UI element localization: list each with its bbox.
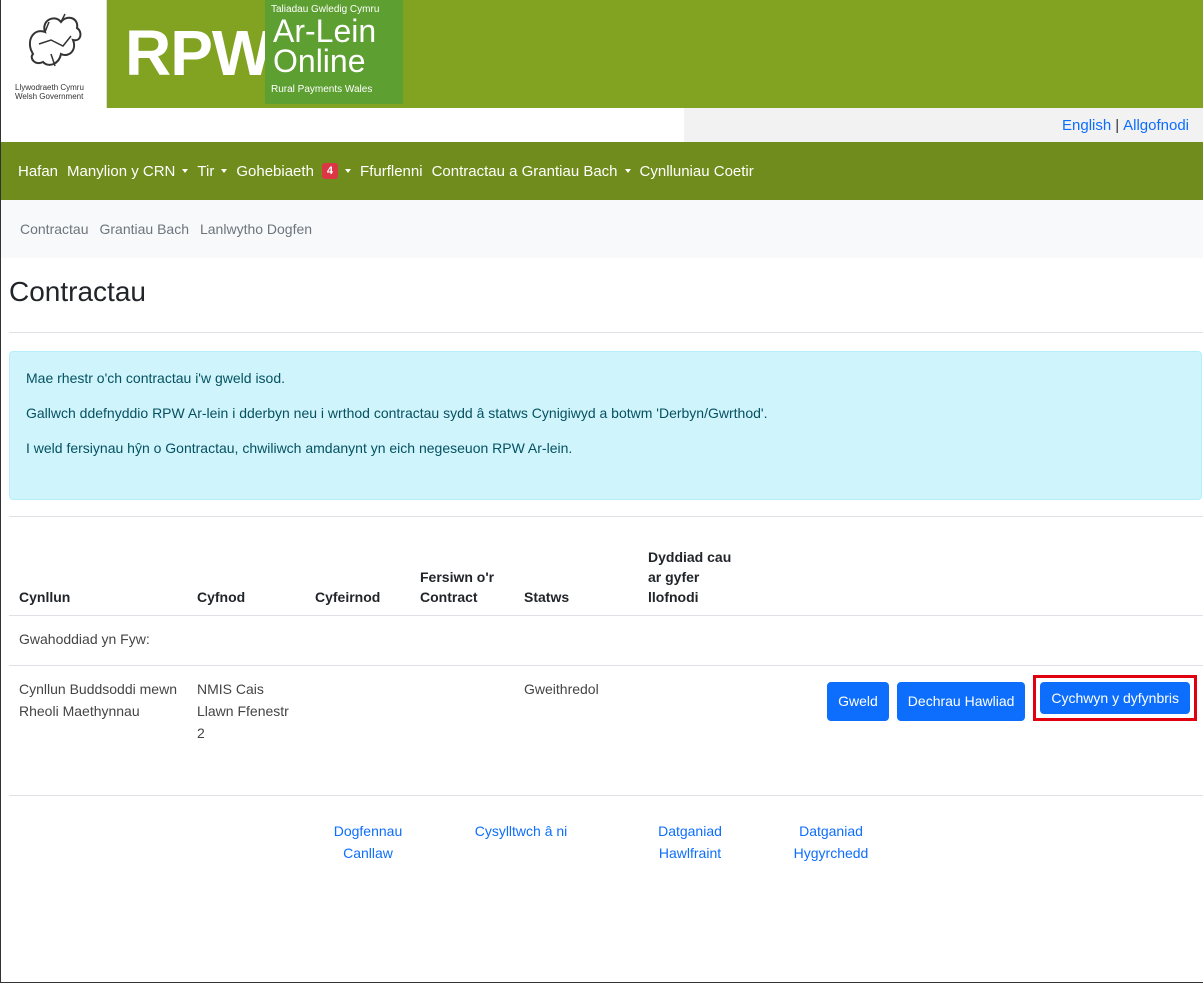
col-period: Cyfnod	[187, 517, 305, 616]
col-reference: Cyfeirnod	[305, 517, 410, 616]
online-logo-english: Online	[273, 43, 366, 79]
online-logo-welsh: Ar-Lein	[273, 13, 377, 49]
english-link[interactable]: English	[1062, 117, 1111, 134]
alert-line-2: Gallwch ddefnyddio RPW Ar-lein i dderbyn…	[26, 405, 768, 421]
nav-land[interactable]: Tir	[197, 163, 228, 180]
cell-deadline	[638, 665, 756, 796]
divider	[9, 332, 1203, 333]
table-group-row: Gwahoddiad yn Fyw:	[9, 615, 1203, 666]
footer-contact-link[interactable]: Cysylltwch â ni	[456, 820, 586, 842]
start-quote-button[interactable]: Cychwyn y dyfynbris	[1040, 681, 1190, 714]
cell-status: Gweithredol	[514, 665, 638, 796]
col-actions	[756, 517, 1203, 616]
col-version: Fersiwn o'r Contract	[410, 517, 514, 616]
page-title: Contractau	[9, 276, 146, 307]
col-deadline: Dyddiad cau ar gyfer llofnodi	[638, 517, 756, 616]
cell-actions: Gweld Dechrau Hawliad Cychwyn y dyfynbri…	[756, 665, 1203, 796]
main-nav: Hafan Manylion y CRN Tir Gohebiaeth 4 Ffu…	[1, 142, 1203, 200]
subnav-contracts[interactable]: Contractau	[20, 221, 88, 237]
alert-line-3: I weld fersiynau hŷn o Gontractau, chwil…	[26, 440, 573, 456]
subnav-small-grants[interactable]: Grantiau Bach	[99, 221, 189, 237]
gov-name-english: Welsh Government	[15, 92, 84, 101]
footer-accessibility-link[interactable]: Datganiad Hygyrchedd	[766, 820, 896, 864]
view-button[interactable]: Gweld	[827, 681, 889, 721]
subnav-upload-document[interactable]: Lanlwytho Dogfen	[200, 221, 312, 237]
info-alert: Mae rhestr o'ch contractau i'w gweld iso…	[9, 351, 1202, 500]
chevron-down-icon	[221, 169, 228, 173]
chevron-down-icon	[345, 169, 352, 173]
lang-separator: |	[1115, 117, 1120, 134]
rpw-banner: RPW Taliadau Gwledig Cymru Ar-Lein Onlin…	[107, 0, 1203, 108]
online-logo-bottom: Rural Payments Wales	[271, 84, 373, 95]
alert-line-1: Mae rhestr o'ch contractau i'w gweld iso…	[26, 370, 286, 386]
cell-scheme: Cynllun Buddsoddi mewn Rheoli Maethynnau	[9, 665, 187, 796]
highlight-box: Cychwyn y dyfynbris	[1033, 674, 1197, 721]
nav-correspondence[interactable]: Gohebiaeth 4	[236, 163, 352, 180]
welsh-government-logo[interactable]: Llywodraeth Cymru Welsh Government	[1, 0, 107, 108]
chevron-down-icon	[624, 169, 631, 173]
group-label: Gwahoddiad yn Fyw:	[9, 615, 1203, 666]
cell-version	[410, 665, 514, 796]
sub-nav: Contractau Grantiau Bach Lanlwytho Dogfe…	[1, 200, 1203, 258]
nav-forms[interactable]: Ffurflenni	[360, 163, 423, 180]
rpw-logo-text[interactable]: RPW	[125, 18, 272, 88]
table-header-row: Cynllun Cyfnod Cyfeirnod Fersiwn o'r Con…	[9, 517, 1203, 616]
nav-home[interactable]: Hafan	[18, 163, 58, 180]
table-row: Cynllun Buddsoddi mewn Rheoli Maethynnau…	[9, 665, 1203, 796]
language-links: English | Allgofnodi	[1062, 117, 1189, 134]
dragon-icon	[29, 13, 82, 67]
nav-crn-details[interactable]: Manylion y CRN	[67, 163, 189, 180]
unread-count-badge: 4	[321, 163, 339, 179]
nav-contracts-grants[interactable]: Contractau a Grantiau Bach	[432, 163, 631, 180]
cell-reference	[305, 665, 410, 796]
contracts-table: Cynllun Cyfnod Cyfeirnod Fersiwn o'r Con…	[9, 517, 1203, 796]
col-scheme: Cynllun	[9, 517, 187, 616]
site-header: Llywodraeth Cymru Welsh Government RPW T…	[1, 0, 1203, 108]
footer-guidance-link[interactable]: Dogfennau Canllaw	[310, 820, 426, 864]
gov-name-welsh: Llywodraeth Cymru	[15, 83, 84, 92]
start-claim-button[interactable]: Dechrau Hawliad	[896, 681, 1026, 721]
online-logo[interactable]: Taliadau Gwledig Cymru Ar-Lein Online Ru…	[265, 0, 403, 104]
col-status: Statws	[514, 517, 638, 616]
cell-period: NMIS Cais Llawn Ffenestr 2	[187, 665, 305, 796]
footer-copyright-link[interactable]: Datganiad Hawlfraint	[630, 820, 750, 864]
logout-link[interactable]: Allgofnodi	[1123, 117, 1189, 134]
chevron-down-icon	[182, 169, 189, 173]
nav-woodland-schemes[interactable]: Cynlluniau Coetir	[640, 163, 754, 180]
language-bar: English | Allgofnodi	[1, 108, 1203, 142]
